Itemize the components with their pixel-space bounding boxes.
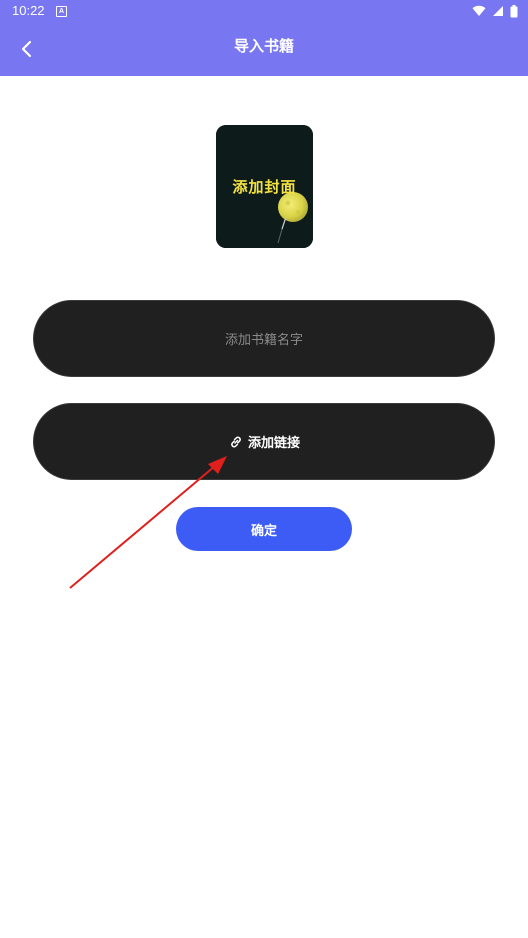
back-button[interactable] bbox=[8, 29, 46, 69]
status-icons bbox=[472, 3, 518, 19]
link-icon bbox=[231, 436, 241, 447]
wifi-icon bbox=[472, 5, 486, 17]
page-title: 导入书籍 bbox=[233, 37, 294, 55]
add-cover-button[interactable]: 添加封面 bbox=[216, 125, 313, 248]
book-name-field[interactable]: 添加书籍名字 bbox=[33, 300, 495, 377]
confirm-button[interactable]: 确定 bbox=[176, 507, 352, 551]
add-cover-label: 添加封面 bbox=[232, 178, 297, 196]
add-link-button[interactable]: 添加链接 bbox=[33, 403, 495, 480]
chevron-left-icon bbox=[21, 40, 32, 58]
status-bar: 10:22 A bbox=[0, 0, 528, 22]
signal-icon bbox=[493, 6, 503, 16]
app-bar: 导入书籍 bbox=[0, 22, 528, 76]
battery-icon bbox=[510, 4, 518, 17]
a-letter-icon: A bbox=[56, 6, 67, 17]
add-link-label: 添加链接 bbox=[247, 436, 300, 451]
status-time: 10:22 bbox=[12, 3, 45, 18]
book-name-placeholder: 添加书籍名字 bbox=[224, 333, 303, 348]
